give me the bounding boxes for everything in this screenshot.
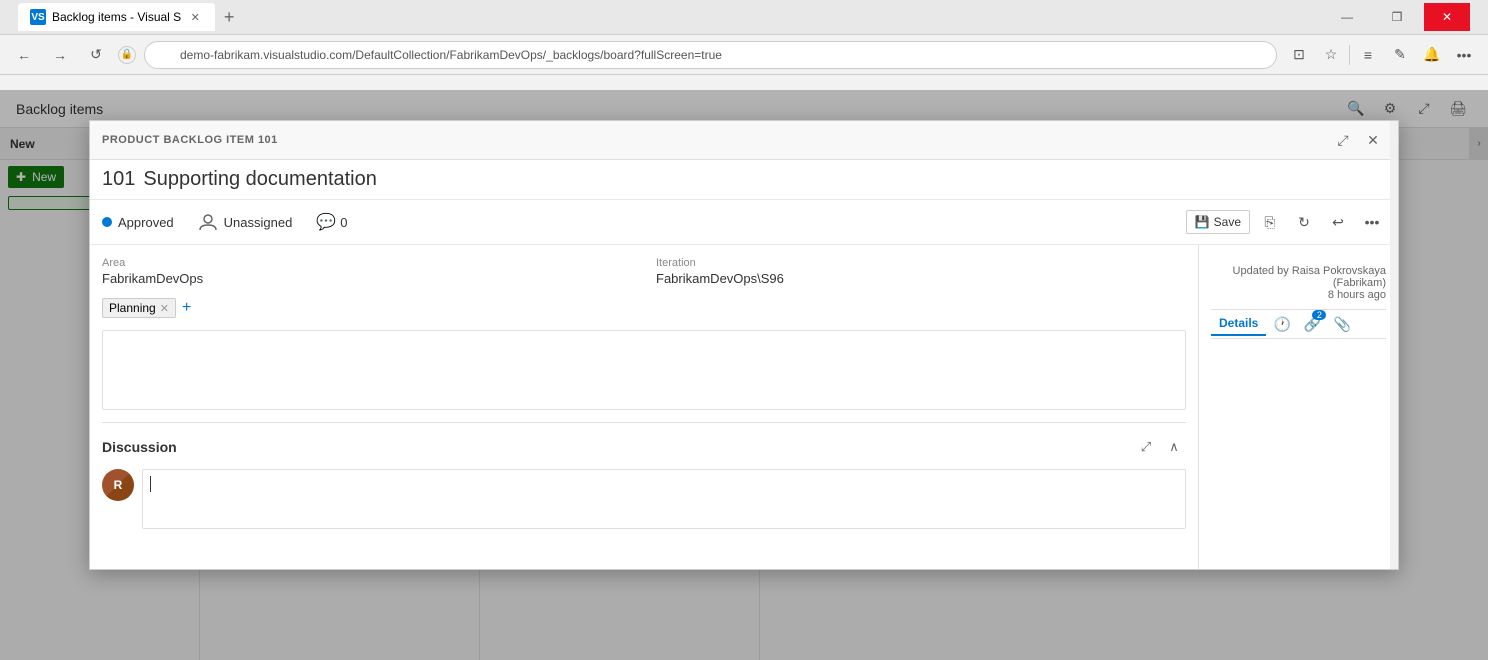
- tag-planning-remove[interactable]: ✕: [160, 302, 169, 315]
- app-area: Backlog items 🔍 ⚙ ⤢ 🖨 New ‹ Approved Com…: [0, 90, 1488, 660]
- dialog-header-icons: ⤢ ✕: [1330, 127, 1386, 153]
- discussion-input-row: R: [102, 469, 1186, 529]
- assignee-icon: [198, 212, 218, 232]
- close-dialog-btn[interactable]: ✕: [1360, 127, 1386, 153]
- updated-by-time: 8 hours ago: [1211, 289, 1386, 301]
- user-avatar: R: [102, 469, 134, 501]
- area-value[interactable]: FabrikamDevOps: [102, 271, 632, 286]
- dialog-main: Area FabrikamDevOps Iteration FabrikamDe…: [90, 245, 1198, 569]
- add-tag-btn[interactable]: +: [182, 299, 191, 317]
- minimize-btn[interactable]: —: [1324, 3, 1370, 31]
- status-label: Approved: [118, 215, 174, 230]
- more-options-btn[interactable]: •••: [1358, 208, 1386, 236]
- dialog-header: PRODUCT BACKLOG ITEM 101 ⤢ ✕: [90, 121, 1398, 160]
- assignee-label: Unassigned: [224, 215, 293, 230]
- dialog-id: 101: [102, 168, 135, 191]
- title-bar: VS Backlog items - Visual S ✕ + — ❒ ✕: [0, 0, 1488, 35]
- collapse-discussion-btn[interactable]: ∧: [1162, 435, 1186, 459]
- text-cursor: [150, 476, 151, 492]
- discussion-section: Discussion ⤢ ∧ R: [102, 422, 1186, 529]
- dialog-body: Area FabrikamDevOps Iteration FabrikamDe…: [90, 245, 1398, 569]
- dialog-sidebar: Updated by Raisa Pokrovskaya (Fabrikam) …: [1198, 245, 1398, 569]
- more-btn[interactable]: •••: [1450, 41, 1478, 69]
- save-btn[interactable]: 💾 Save: [1186, 210, 1250, 234]
- undo-btn[interactable]: ↩: [1324, 208, 1352, 236]
- browser-tab[interactable]: VS Backlog items - Visual S ✕: [18, 3, 215, 31]
- tags-area: Planning ✕ +: [102, 298, 1186, 318]
- links-badge: 2: [1312, 310, 1326, 320]
- maximize-btn[interactable]: ❒: [1374, 3, 1420, 31]
- discussion-section-header: Discussion ⤢ ∧: [102, 435, 1186, 459]
- description-area[interactable]: [102, 330, 1186, 410]
- save-label: Save: [1214, 215, 1241, 229]
- dialog-type-label: PRODUCT BACKLOG ITEM 101: [102, 134, 278, 146]
- nav-bar: ← → ↺ 🔒 demo-fabrikam.visualstudio.com/D…: [0, 35, 1488, 75]
- section-icons: ⤢ ∧: [1134, 435, 1186, 459]
- back-btn[interactable]: ←: [10, 41, 38, 69]
- tools-btn[interactable]: ✎: [1386, 41, 1414, 69]
- comment-icon: 💬: [316, 212, 336, 232]
- area-label: Area: [102, 257, 632, 269]
- status-dot: [102, 217, 112, 227]
- tab-details[interactable]: Details: [1211, 312, 1266, 336]
- area-field: Area FabrikamDevOps: [102, 257, 632, 286]
- iteration-field: Iteration FabrikamDevOps\S96: [656, 257, 1186, 286]
- right-panel-tabs: Details 🕐 🔗 2 📎: [1211, 310, 1386, 339]
- refresh-btn[interactable]: ↻: [1290, 208, 1318, 236]
- dialog-meta-row: Approved Unassigned 💬 0 💾 Save: [90, 200, 1398, 245]
- security-icon: 🔒: [118, 46, 136, 64]
- dialog-scrollbar[interactable]: [1390, 121, 1398, 569]
- expand-dialog-btn[interactable]: ⤢: [1330, 127, 1356, 153]
- field-group-area-iteration: Area FabrikamDevOps Iteration FabrikamDe…: [102, 257, 1186, 286]
- address-bar[interactable]: demo-fabrikam.visualstudio.com/DefaultCo…: [144, 41, 1277, 69]
- notifications-btn[interactable]: 🔔: [1418, 41, 1446, 69]
- refresh-btn[interactable]: ↺: [82, 41, 110, 69]
- expand-discussion-btn[interactable]: ⤢: [1134, 435, 1158, 459]
- updated-by: Updated by Raisa Pokrovskaya (Fabrikam) …: [1211, 257, 1386, 310]
- comments-field: 💬 0: [316, 212, 347, 232]
- copy-btn[interactable]: ⎘: [1256, 208, 1284, 236]
- tab-history[interactable]: 🕐: [1268, 310, 1296, 338]
- reader-view-btn[interactable]: ⊡: [1285, 41, 1313, 69]
- tag-planning: Planning ✕: [102, 298, 176, 318]
- url-text: demo-fabrikam.visualstudio.com/DefaultCo…: [180, 48, 722, 62]
- divider: [1349, 45, 1350, 65]
- nav-icons: ⊡ ☆ ≡ ✎ 🔔 •••: [1285, 41, 1478, 69]
- tab-close-btn[interactable]: ✕: [187, 9, 203, 25]
- tab-links[interactable]: 🔗 2: [1298, 310, 1326, 338]
- discussion-title: Discussion: [102, 439, 177, 455]
- forward-btn[interactable]: →: [46, 41, 74, 69]
- dialog-toolbar: 💾 Save ⎘ ↻ ↩ •••: [1186, 208, 1386, 236]
- iteration-label: Iteration: [656, 257, 1186, 269]
- tab-favicon: VS: [30, 9, 46, 25]
- new-tab-btn[interactable]: +: [215, 3, 243, 31]
- comment-input[interactable]: [142, 469, 1186, 529]
- work-item-dialog: PRODUCT BACKLOG ITEM 101 ⤢ ✕ 101 Support…: [89, 120, 1399, 570]
- tab-attachments[interactable]: 📎: [1328, 310, 1356, 338]
- reading-list-btn[interactable]: ≡: [1354, 41, 1382, 69]
- status-field[interactable]: Approved: [102, 215, 174, 230]
- dialog-title[interactable]: Supporting documentation: [143, 168, 377, 191]
- assignee-field[interactable]: Unassigned: [198, 212, 293, 232]
- attachment-icon: 📎: [1334, 316, 1351, 333]
- iteration-value[interactable]: FabrikamDevOps\S96: [656, 271, 1186, 286]
- dialog-title-row: 101 Supporting documentation: [90, 160, 1398, 200]
- updated-by-name: Updated by Raisa Pokrovskaya (Fabrikam): [1211, 265, 1386, 289]
- save-icon: 💾: [1195, 215, 1210, 229]
- modal-overlay: PRODUCT BACKLOG ITEM 101 ⤢ ✕ 101 Support…: [0, 90, 1488, 660]
- browser-chrome: VS Backlog items - Visual S ✕ + — ❒ ✕ ← …: [0, 0, 1488, 90]
- comments-count: 0: [340, 215, 347, 230]
- close-btn[interactable]: ✕: [1424, 3, 1470, 31]
- tag-planning-label: Planning: [109, 301, 156, 315]
- favorites-btn[interactable]: ☆: [1317, 41, 1345, 69]
- tab-title: Backlog items - Visual S: [52, 10, 181, 24]
- history-icon: 🕐: [1274, 316, 1291, 333]
